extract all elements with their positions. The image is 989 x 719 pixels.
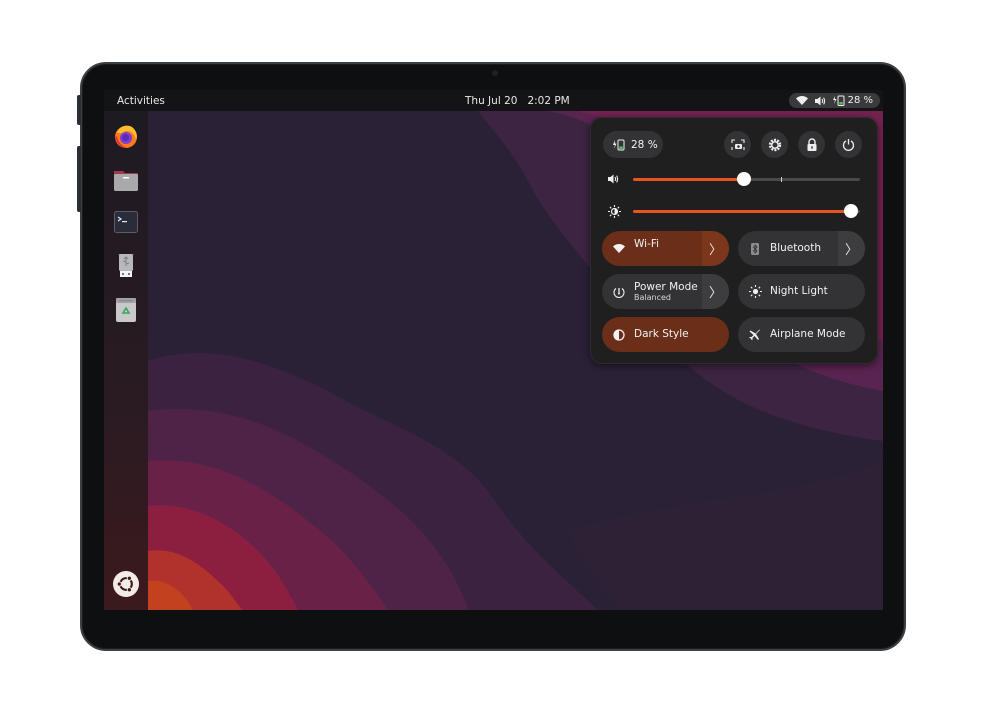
airplane-icon (748, 328, 762, 342)
power-mode-label: Power Mode (634, 280, 698, 293)
dock-item-firefox[interactable] (113, 123, 139, 149)
airplane-mode-label: Airplane Mode (770, 328, 846, 341)
usb-drive-icon (119, 254, 133, 277)
battery-charging-icon (613, 139, 625, 150)
bluetooth-toggle[interactable]: Bluetooth 〉 (738, 231, 865, 266)
dock-item-usb-drive[interactable] (113, 253, 139, 279)
system-tray-button[interactable]: 28 % (788, 93, 880, 108)
wifi-icon (612, 242, 626, 256)
volume-slider[interactable] (633, 172, 860, 186)
brightness-slider-fill (633, 210, 851, 213)
dark-style-icon (612, 328, 626, 342)
power-button[interactable] (835, 131, 862, 158)
dark-style-label: Dark Style (634, 328, 689, 341)
brightness-icon (607, 204, 621, 218)
brightness-slider[interactable] (633, 204, 860, 218)
night-light-toggle[interactable]: Night Light (738, 274, 865, 309)
airplane-mode-toggle[interactable]: Airplane Mode (738, 317, 865, 352)
lock-icon (807, 137, 816, 151)
wifi-label: Wi-Fi (634, 237, 660, 250)
gear-icon (768, 138, 781, 151)
power-mode-value: Balanced (634, 292, 671, 302)
trash-icon (116, 298, 136, 322)
lock-button[interactable] (798, 131, 825, 158)
night-light-icon (748, 285, 762, 299)
screenshot-button[interactable] (724, 131, 751, 158)
clock-button[interactable]: Thu Jul 20 2:02 PM (465, 95, 570, 107)
time-label: 2:02 PM (527, 95, 570, 107)
volume-slider-knob[interactable] (737, 172, 752, 186)
volume-icon (607, 172, 621, 186)
date-label: Thu Jul 20 (465, 95, 518, 107)
battery-percent-label: 28 % (631, 138, 658, 151)
settings-button[interactable] (761, 131, 788, 158)
folder-icon (114, 171, 138, 191)
power-mode-toggle[interactable]: Power Mode Balanced 〉 (602, 274, 729, 309)
activities-button[interactable]: Activities (117, 95, 165, 107)
bluetooth-icon (748, 242, 762, 256)
night-light-label: Night Light (770, 285, 828, 298)
battery-percent: 28 % (847, 95, 873, 106)
battery-charging-icon (832, 95, 845, 106)
power-mode-menu-arrow[interactable]: 〉 (702, 274, 729, 309)
show-applications-button[interactable] (113, 571, 139, 597)
volume-slider-fill (633, 178, 745, 181)
power-mode-icon (612, 285, 626, 299)
firefox-icon (115, 125, 137, 148)
bluetooth-menu-arrow[interactable]: 〉 (838, 231, 865, 266)
hardware-button (77, 146, 81, 212)
wifi-toggle[interactable]: Wi-Fi 〉 (602, 231, 729, 266)
terminal-icon (114, 211, 138, 233)
volume-slider-marker (780, 177, 782, 182)
bluetooth-label: Bluetooth (770, 242, 821, 255)
screen: Activities Thu Jul 20 2:02 PM 28 % 28 % … (104, 90, 883, 610)
quick-settings-panel: 28 % Wi-Fi 〉 Bluetooth 〉 Power Mode Bala… (590, 117, 878, 364)
hardware-button (77, 95, 81, 125)
wifi-menu-arrow[interactable]: 〉 (702, 231, 729, 266)
dark-style-toggle[interactable]: Dark Style (602, 317, 729, 352)
top-bar: Activities Thu Jul 20 2:02 PM 28 % (104, 90, 883, 111)
brightness-slider-knob[interactable] (843, 204, 858, 218)
dock (104, 111, 148, 610)
power-icon (842, 139, 855, 151)
volume-icon (814, 96, 825, 105)
wifi-icon (795, 96, 808, 105)
ubuntu-logo-icon (113, 571, 139, 597)
dock-item-files[interactable] (113, 167, 139, 193)
front-camera (492, 70, 498, 76)
dock-item-terminal[interactable] (113, 209, 139, 235)
screenshot-icon (730, 138, 745, 150)
battery-status-button[interactable]: 28 % (603, 131, 663, 158)
dock-item-trash[interactable] (113, 297, 139, 323)
